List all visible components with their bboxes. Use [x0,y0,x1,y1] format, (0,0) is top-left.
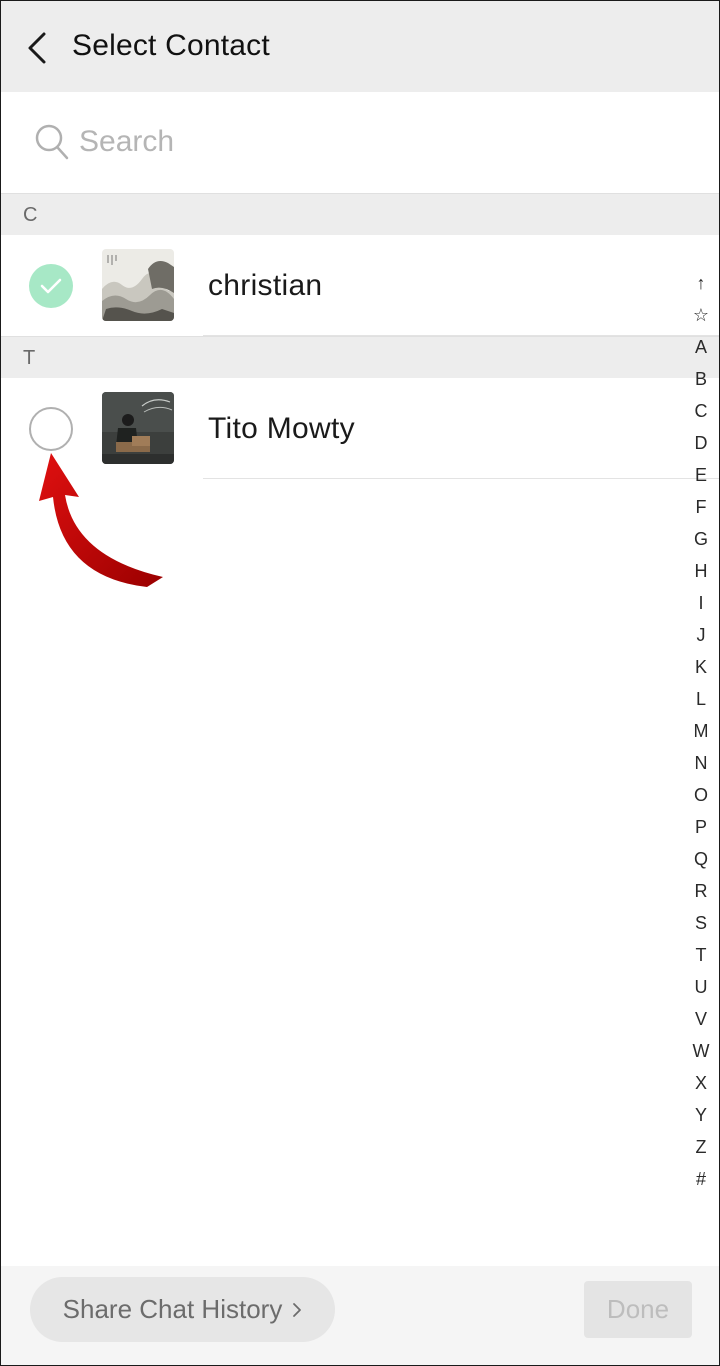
index-letter[interactable]: F [685,491,717,523]
chevron-right-icon [292,1302,302,1318]
index-letter[interactable]: Y [685,1099,717,1131]
share-chat-history-label: Share Chat History [62,1294,283,1324]
index-letter[interactable]: ☆ [685,299,717,331]
index-letter[interactable]: I [685,587,717,619]
contact-name: Tito Mowty [208,412,355,445]
contact-checkbox[interactable] [29,264,73,308]
index-letter[interactable]: Z [685,1131,717,1163]
page-title: Select Contact [72,29,270,62]
alphabet-index[interactable]: ↑ ☆ A B C D E F G H I J K L M N O P Q R S T U V W X Y Z # [685,267,717,1195]
index-letter[interactable]: K [685,651,717,683]
search-input[interactable] [79,119,639,165]
index-letter[interactable]: E [685,459,717,491]
index-letter[interactable]: # [685,1163,717,1195]
index-letter[interactable]: Q [685,843,717,875]
index-letter[interactable]: G [685,523,717,555]
index-letter[interactable]: ↑ [685,267,717,299]
index-letter[interactable]: X [685,1067,717,1099]
index-letter[interactable]: T [685,939,717,971]
app-frame: Select Contact C christi [0,0,720,1366]
index-letter[interactable]: J [685,619,717,651]
contact-name: christian [208,269,323,302]
annotation-arrow-icon [39,453,163,587]
landscape-painting-avatar [102,249,174,321]
index-letter[interactable]: H [685,555,717,587]
index-letter[interactable]: V [685,1003,717,1035]
top-bar: Select Contact [1,1,719,92]
checkmark-icon [40,278,62,294]
index-letter[interactable]: P [685,811,717,843]
avatar [102,249,174,321]
contact-checkbox[interactable] [29,407,73,451]
index-letter[interactable]: O [685,779,717,811]
done-button[interactable]: Done [584,1281,692,1338]
section-letter: C [23,204,38,226]
search-icon [35,124,69,160]
share-chat-history-button[interactable]: Share Chat History [30,1277,335,1342]
index-letter[interactable]: D [685,427,717,459]
section-header-c: C [1,193,719,235]
chevron-left-icon [28,32,46,64]
index-letter[interactable]: R [685,875,717,907]
section-letter: T [23,347,36,369]
index-letter[interactable]: M [685,715,717,747]
back-button[interactable] [15,23,59,73]
section-header-t: T [1,336,719,378]
index-letter[interactable]: S [685,907,717,939]
divider [203,478,719,479]
index-letter[interactable]: N [685,747,717,779]
index-letter[interactable]: L [685,683,717,715]
bottom-bar: Share Chat History Done [1,1266,719,1365]
index-letter[interactable]: W [685,1035,717,1067]
index-letter[interactable]: C [685,395,717,427]
index-letter[interactable]: A [685,331,717,363]
index-letter[interactable]: U [685,971,717,1003]
index-letter[interactable]: B [685,363,717,395]
contact-row-christian[interactable]: christian [1,235,719,336]
